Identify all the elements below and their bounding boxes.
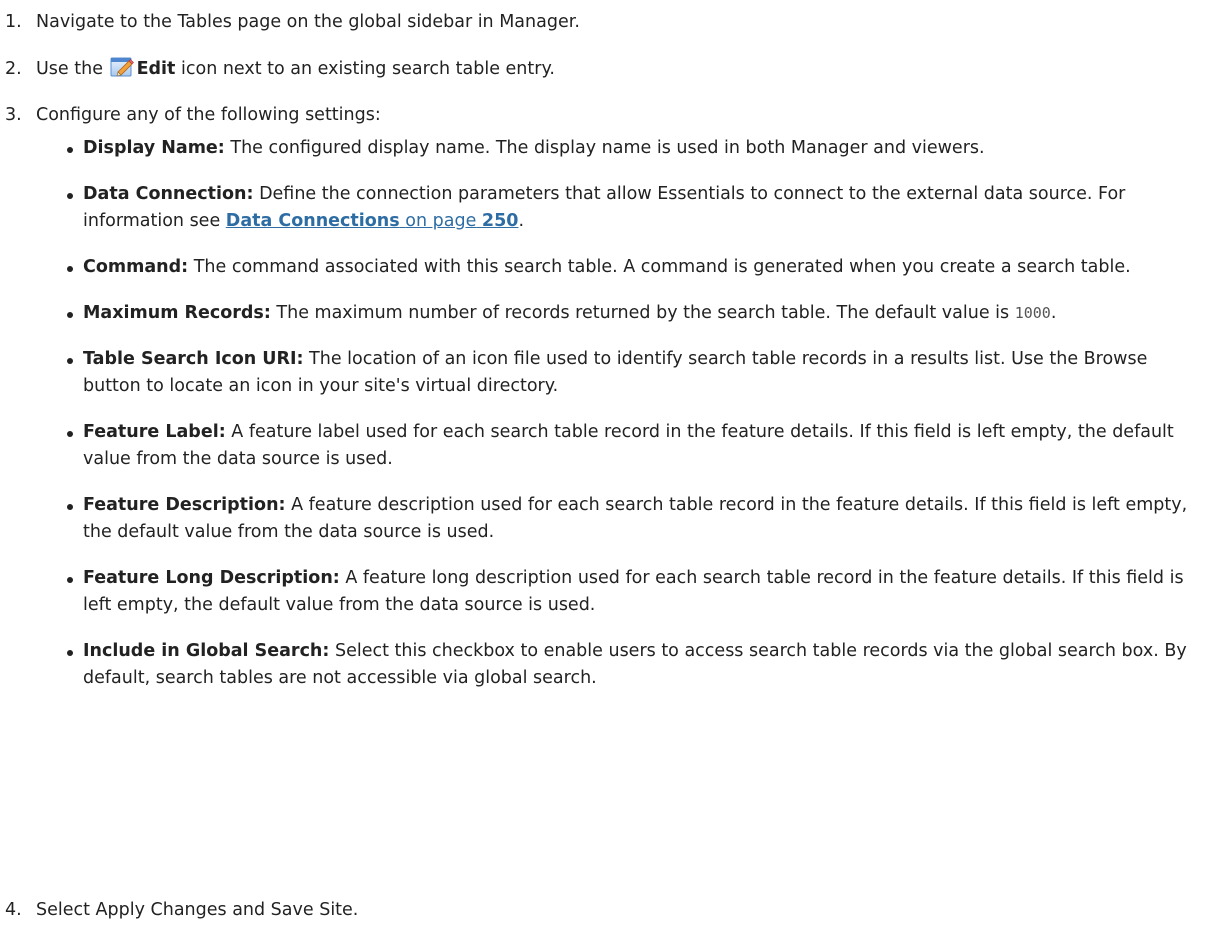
step-text: Select Apply Changes and Save Site. <box>36 900 359 920</box>
step-number: 2. <box>5 59 22 79</box>
default-value-code: 1000 <box>1014 304 1051 322</box>
settings-list: Display Name: The configured display nam… <box>63 135 1203 711</box>
setting-term: Feature Label: <box>83 422 226 442</box>
link-title[interactable]: Data Connections <box>226 211 400 231</box>
step-4: 4. Select Apply Changes and Save Site. <box>0 898 358 922</box>
setting-term: Feature Long Description: <box>83 568 340 588</box>
list-item: Feature Long Description: A feature long… <box>63 565 1203 619</box>
step-text-post: icon next to an existing search table en… <box>181 59 555 79</box>
step-2: 2. Use the Edit icon next to an existing … <box>0 56 555 81</box>
setting-description: The command associated with this search … <box>193 257 1131 277</box>
data-connections-link[interactable]: Data Connections on page 250 <box>226 211 519 231</box>
step-text: Navigate to the Tables page on the globa… <box>36 12 580 32</box>
step-text: Configure any of the following settings: <box>36 105 381 125</box>
edit-label: Edit <box>136 59 176 79</box>
list-item: Table Search Icon URI: The location of a… <box>63 346 1203 400</box>
setting-description: The configured display name. The display… <box>230 138 985 158</box>
link-page-prefix[interactable]: on page <box>405 211 476 231</box>
step-text-pre: Use the <box>36 59 103 79</box>
setting-description: The maximum number of records returned b… <box>276 303 1010 323</box>
step-3: 3. Configure any of the following setting… <box>0 103 381 127</box>
list-item: Include in Global Search: Select this ch… <box>63 638 1203 692</box>
list-item: Display Name: The configured display nam… <box>63 135 1203 162</box>
list-item: Maximum Records: The maximum number of r… <box>63 300 1203 327</box>
document-page: 1. Navigate to the Tables page on the glo… <box>0 0 1212 936</box>
list-item: Feature Label: A feature label used for … <box>63 419 1203 473</box>
list-item: Command: The command associated with thi… <box>63 254 1203 281</box>
step-number: 4. <box>5 900 22 920</box>
setting-term: Display Name: <box>83 138 225 158</box>
list-item: Data Connection: Define the connection p… <box>63 181 1203 235</box>
setting-term: Data Connection: <box>83 184 254 204</box>
setting-description: A feature label used for each search tab… <box>83 422 1174 469</box>
sentence-end: . <box>1050 303 1057 323</box>
setting-term: Maximum Records: <box>83 303 271 323</box>
setting-term: Include in Global Search: <box>83 641 330 661</box>
step-1: 1. Navigate to the Tables page on the glo… <box>0 10 580 34</box>
step-number: 1. <box>5 12 22 32</box>
step-number: 3. <box>5 105 22 125</box>
setting-term: Table Search Icon URI: <box>83 349 304 369</box>
link-page-number[interactable]: 250 <box>482 211 519 231</box>
setting-term: Command: <box>83 257 189 277</box>
list-item: Feature Description: A feature descripti… <box>63 492 1203 546</box>
setting-term: Feature Description: <box>83 495 286 515</box>
sentence-end: . <box>518 211 525 231</box>
edit-pencil-icon <box>110 56 134 78</box>
